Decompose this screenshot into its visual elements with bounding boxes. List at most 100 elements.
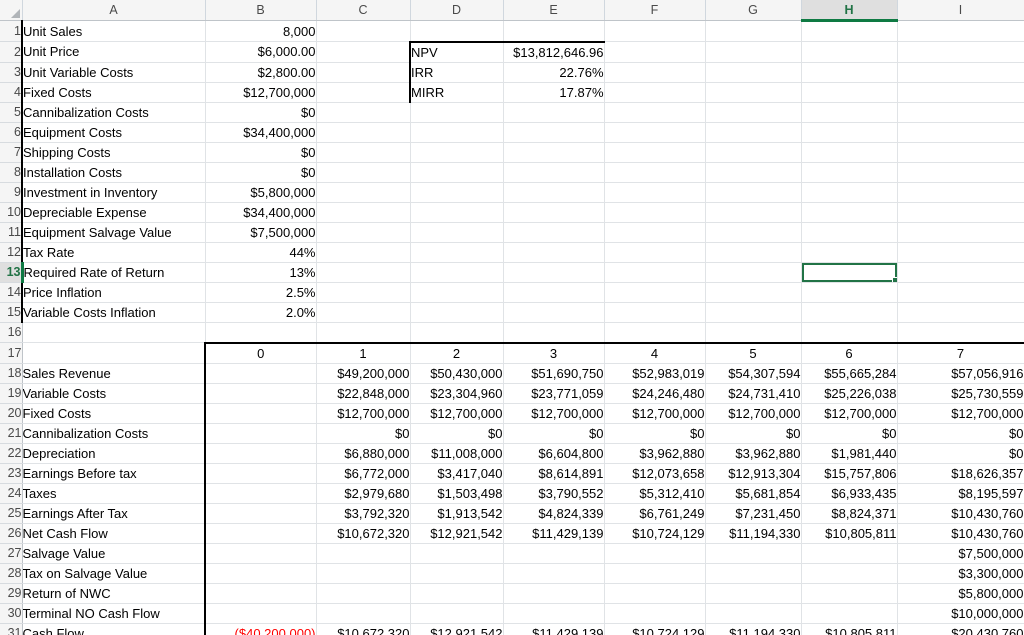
active-cell-h13[interactable]: [801, 262, 898, 283]
cell-b28[interactable]: [204, 563, 317, 584]
cell-f10[interactable]: [604, 202, 706, 223]
cell-h21[interactable]: $0: [801, 423, 898, 444]
cell-h8[interactable]: [801, 162, 898, 183]
fill-handle[interactable]: [891, 276, 896, 281]
cell-c19[interactable]: $22,848,000: [316, 383, 411, 404]
cell-d27[interactable]: [410, 543, 504, 564]
select-all-corner[interactable]: [0, 0, 23, 21]
sheet-row-10[interactable]: 10 Depreciable Expense $34,400,000: [0, 202, 1024, 223]
cell-h23[interactable]: $15,757,806: [801, 463, 898, 484]
cell-b8[interactable]: $0: [205, 162, 317, 183]
period-header-0[interactable]: 0: [204, 341, 317, 364]
cell-h26[interactable]: $10,805,811: [801, 523, 898, 544]
cell-c10[interactable]: [316, 202, 411, 223]
row-header-23[interactable]: 23: [0, 463, 23, 484]
sheet-row-4[interactable]: 4 Fixed Costs $12,700,000 MIRR 17.87%: [0, 82, 1024, 103]
cell-e20[interactable]: $12,700,000: [503, 403, 605, 424]
cell-d31[interactable]: $12,921,542: [410, 623, 504, 635]
cell-e24[interactable]: $3,790,552: [503, 483, 605, 504]
cell-a11[interactable]: Equipment Salvage Value: [21, 222, 206, 243]
cell-e11[interactable]: [503, 222, 605, 243]
table-row[interactable]: 19 Variable Costs $22,848,000 $23,304,96…: [0, 383, 1024, 404]
cell-h20[interactable]: $12,700,000: [801, 403, 898, 424]
cell-b30[interactable]: [204, 603, 317, 624]
cell-g2[interactable]: [705, 41, 802, 63]
cell-d16[interactable]: [410, 322, 504, 343]
cell-i10[interactable]: [897, 202, 1024, 223]
sheet-row-17[interactable]: 17 0 1 2 3 4 5 6 7: [0, 341, 1024, 364]
cell-g19[interactable]: $24,731,410: [705, 383, 802, 404]
cell-b26[interactable]: [204, 523, 317, 544]
cell-g9[interactable]: [705, 182, 802, 203]
cell-e28[interactable]: [503, 563, 605, 584]
cell-c20[interactable]: $12,700,000: [316, 403, 411, 424]
cell-g25[interactable]: $7,231,450: [705, 503, 802, 524]
cell-i15[interactable]: [897, 302, 1024, 323]
table-row[interactable]: 20 Fixed Costs $12,700,000 $12,700,000 $…: [0, 403, 1024, 424]
cell-g26[interactable]: $11,194,330: [705, 523, 802, 544]
cell-i28[interactable]: $3,300,000: [897, 563, 1024, 584]
row-label-29[interactable]: Return of NWC: [22, 583, 206, 604]
cell-f25[interactable]: $6,761,249: [604, 503, 706, 524]
cell-d3[interactable]: IRR: [409, 62, 504, 83]
cell-h3[interactable]: [801, 62, 898, 83]
cell-h6[interactable]: [801, 122, 898, 143]
cell-i23[interactable]: $18,626,357: [897, 463, 1024, 484]
cell-a16[interactable]: [22, 322, 206, 343]
cell-e4[interactable]: 17.87%: [503, 82, 605, 103]
period-header-3[interactable]: 3: [503, 341, 605, 364]
cell-h5[interactable]: [801, 102, 898, 123]
table-row[interactable]: 21 Cannibalization Costs $0 $0 $0 $0 $0 …: [0, 423, 1024, 444]
cell-i4[interactable]: [897, 82, 1024, 103]
cell-c24[interactable]: $2,979,680: [316, 483, 411, 504]
cell-e29[interactable]: [503, 583, 605, 604]
cell-a6[interactable]: Equipment Costs: [21, 122, 206, 143]
cell-g14[interactable]: [705, 282, 802, 303]
cell-d25[interactable]: $1,913,542: [410, 503, 504, 524]
cell-c28[interactable]: [316, 563, 411, 584]
cell-f12[interactable]: [604, 242, 706, 263]
sheet-row-15[interactable]: 15 Variable Costs Inflation 2.0%: [0, 302, 1024, 323]
worksheet-grid[interactable]: A B C D E F G H I 1 Unit Sales 8,000 2 U…: [0, 0, 1024, 635]
cell-b23[interactable]: [204, 463, 317, 484]
row-header-22[interactable]: 22: [0, 443, 23, 464]
cell-f9[interactable]: [604, 182, 706, 203]
cell-a2[interactable]: Unit Price: [21, 41, 206, 63]
cell-e22[interactable]: $6,604,800: [503, 443, 605, 464]
row-header-27[interactable]: 27: [0, 543, 23, 564]
sheet-row-13[interactable]: 13 Required Rate of Return 13%: [0, 262, 1024, 283]
cell-g15[interactable]: [705, 302, 802, 323]
cell-h18[interactable]: $55,665,284: [801, 363, 898, 384]
row-header-28[interactable]: 28: [0, 563, 23, 584]
cell-i16[interactable]: [897, 322, 1024, 343]
table-row[interactable]: 29 Return of NWC $5,800,000: [0, 583, 1024, 604]
cell-b11[interactable]: $7,500,000: [205, 222, 317, 243]
cell-h31[interactable]: $10,805,811: [801, 623, 898, 635]
cell-b12[interactable]: 44%: [205, 242, 317, 263]
cell-b22[interactable]: [204, 443, 317, 464]
cell-b14[interactable]: 2.5%: [205, 282, 317, 303]
cell-b27[interactable]: [204, 543, 317, 564]
table-row[interactable]: 25 Earnings After Tax $3,792,320 $1,913,…: [0, 503, 1024, 524]
cell-e2[interactable]: $13,812,646.96: [503, 40, 605, 63]
cell-d14[interactable]: [410, 282, 504, 303]
cell-f31[interactable]: $10,724,129: [604, 623, 706, 635]
cell-c23[interactable]: $6,772,000: [316, 463, 411, 484]
cell-f14[interactable]: [604, 282, 706, 303]
cell-d11[interactable]: [410, 222, 504, 243]
cell-b1[interactable]: 8,000: [205, 20, 317, 42]
cell-h15[interactable]: [801, 302, 898, 323]
cell-a12[interactable]: Tax Rate: [21, 242, 206, 263]
cell-d5[interactable]: [410, 102, 504, 123]
cell-a14[interactable]: Price Inflation: [21, 282, 206, 303]
cell-i1[interactable]: [897, 20, 1024, 42]
row-label-25[interactable]: Earnings After Tax: [22, 503, 206, 524]
cell-e26[interactable]: $11,429,139: [503, 523, 605, 544]
row-header-19[interactable]: 19: [0, 383, 23, 404]
cell-f26[interactable]: $10,724,129: [604, 523, 706, 544]
row-header-13[interactable]: 13: [0, 262, 24, 283]
cell-c1[interactable]: [316, 20, 411, 42]
cell-i19[interactable]: $25,730,559: [897, 383, 1024, 404]
row-header-24[interactable]: 24: [0, 483, 23, 504]
cell-i21[interactable]: $0: [897, 423, 1024, 444]
